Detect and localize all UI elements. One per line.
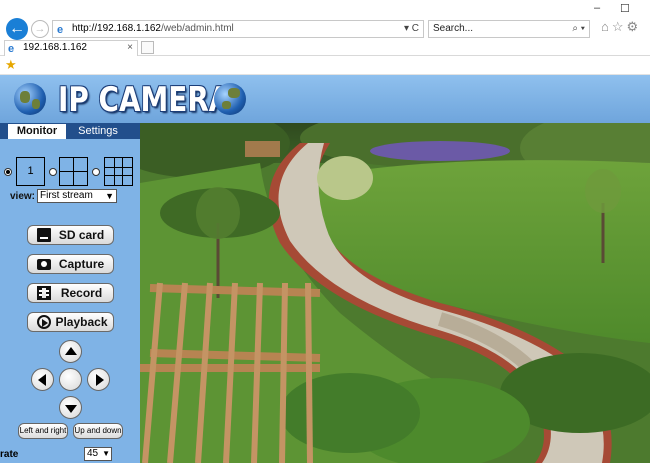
arrow-right-icon <box>88 369 109 390</box>
layout-radio-9[interactable] <box>92 168 100 176</box>
minimize-button[interactable]: – <box>594 2 600 14</box>
home-icon[interactable]: ⌂ <box>601 19 612 34</box>
arrow-left-icon <box>32 369 53 390</box>
rate-select[interactable]: 45 ▼ <box>84 447 112 461</box>
browser-tab[interactable]: e 192.168.1.162 × <box>4 40 138 56</box>
record-label: Record <box>60 286 103 300</box>
view-label: view: <box>10 191 36 202</box>
star-icon[interactable]: ☆ <box>612 19 627 34</box>
ptz-center-button[interactable] <box>59 368 82 391</box>
arrow-down-icon <box>60 397 81 418</box>
app-title: IP CAMERA <box>58 80 231 120</box>
globe-icon <box>214 83 246 115</box>
layout-single-icon[interactable]: 1 <box>16 157 45 186</box>
playback-label: Playback <box>55 315 108 329</box>
sd-card-button[interactable]: SD card <box>27 225 114 245</box>
favorites-bar: ★ <box>0 56 650 75</box>
search-input[interactable]: Search... ⌕ ▾ <box>428 20 590 38</box>
url-host: http://192.168.1.162 <box>72 23 161 34</box>
chevron-down-icon: ▼ <box>102 449 110 458</box>
camera-feed[interactable] <box>140 123 650 463</box>
sd-card-label: SD card <box>58 228 105 242</box>
new-tab-button[interactable] <box>141 41 154 54</box>
arrow-up-icon <box>60 341 81 362</box>
favorites-star-icon[interactable]: ★ <box>5 57 17 73</box>
app-header: IP CAMERA <box>0 75 650 123</box>
view-selected: First stream <box>40 190 93 201</box>
ptz-left-button[interactable] <box>31 368 54 391</box>
url-path: /web/admin.html <box>160 23 234 34</box>
tab-close-icon[interactable]: × <box>127 41 133 55</box>
rate-selected: 45 <box>87 448 99 459</box>
browser-titlebar: – ☐ ← → e http://192.168.1.162/web/admin.… <box>0 0 650 40</box>
control-sidebar: 1 view: First stream ▼ SD card Capture Re… <box>0 139 140 463</box>
ptz-right-button[interactable] <box>87 368 110 391</box>
up-down-patrol-button[interactable]: Up and down <box>73 423 123 439</box>
layout-single-label: 1 <box>27 165 34 177</box>
capture-button[interactable]: Capture <box>27 254 114 274</box>
forward-button[interactable]: → <box>31 20 49 38</box>
record-button[interactable]: Record <box>27 283 114 303</box>
layout-nine-icon[interactable] <box>104 157 133 186</box>
back-button[interactable]: ← <box>6 18 28 40</box>
rate-label: rate <box>0 449 19 460</box>
garden-camera-image <box>140 123 650 463</box>
capture-label: Capture <box>58 257 105 271</box>
tab-title: 192.168.1.162 <box>23 42 87 53</box>
address-bar[interactable]: e http://192.168.1.162/web/admin.html ▾ C <box>52 20 424 38</box>
gear-icon[interactable]: ⚙ <box>627 19 642 34</box>
refresh-icon[interactable]: ▾ C <box>404 21 419 37</box>
center-dot-icon <box>60 369 81 390</box>
globe-icon <box>14 83 46 115</box>
ptz-up-button[interactable] <box>59 340 82 363</box>
search-placeholder: Search... <box>433 23 474 34</box>
browser-tabbar: e 192.168.1.162 × <box>0 40 650 56</box>
maximize-button[interactable]: ☐ <box>620 2 630 15</box>
tab-monitor[interactable]: Monitor <box>8 124 66 139</box>
layout-radio-1[interactable] <box>4 168 12 176</box>
layout-radio-4[interactable] <box>49 168 57 176</box>
search-icon[interactable]: ⌕ ▾ <box>572 21 585 37</box>
layout-quad-icon[interactable] <box>59 157 88 186</box>
chevron-down-icon: ▼ <box>105 191 114 201</box>
tab-settings[interactable]: Settings <box>70 124 126 139</box>
ptz-down-button[interactable] <box>59 396 82 419</box>
playback-button[interactable]: Playback <box>27 312 114 332</box>
ie-icon: e <box>57 24 64 36</box>
tab-ie-icon: e <box>8 43 15 55</box>
view-select[interactable]: First stream ▼ <box>37 189 117 203</box>
toolbar-icons[interactable]: ⌂☆⚙ <box>601 19 641 35</box>
left-right-patrol-button[interactable]: Left and right <box>18 423 68 439</box>
